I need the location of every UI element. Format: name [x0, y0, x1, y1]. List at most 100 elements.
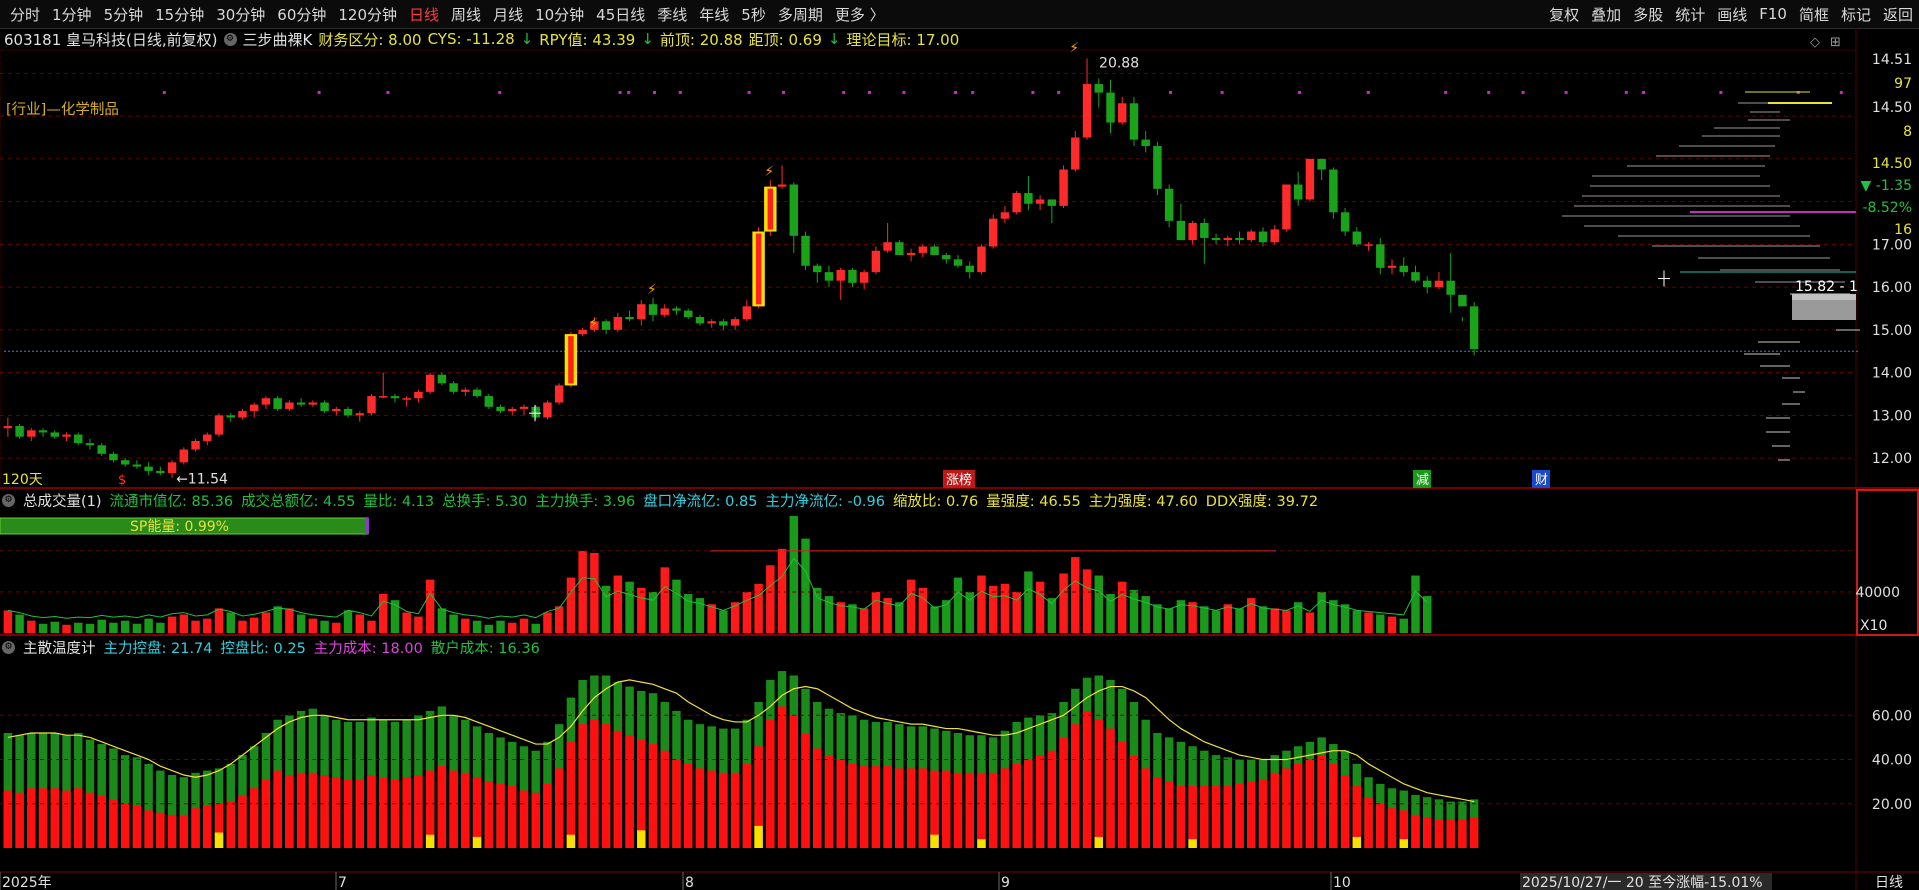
- candle-body: [414, 391, 423, 399]
- volume-metric: 缩放比: 0.76: [892, 493, 979, 510]
- volume-bar: [1211, 610, 1221, 633]
- temperature-bar-main: [414, 775, 423, 848]
- volume-bar: [191, 620, 200, 633]
- volume-title[interactable]: 总成交量(1): [23, 490, 102, 511]
- volume-bar: [613, 575, 623, 633]
- candle-body: [543, 402, 552, 418]
- volume-metrics: 流通市值亿: 85.36 成交总额亿: 4.55 量比: 4.13 总换手: 5.30…: [110, 490, 1319, 511]
- temperature-bar-main: [97, 794, 106, 848]
- volume-bar: [1376, 614, 1385, 633]
- temperature-bar-retail: [1352, 836, 1362, 848]
- temperature-bar-main: [813, 748, 822, 848]
- temperature-bar-main: [1129, 755, 1139, 848]
- candle-body: [109, 453, 118, 461]
- temperature-bar-main: [906, 768, 916, 848]
- temperature-bar-main: [742, 763, 752, 848]
- volume-bar: [1071, 557, 1080, 633]
- volume-bar: [120, 620, 130, 633]
- right-axis-number: 97: [1894, 76, 1912, 92]
- temperature-title[interactable]: 主散温度计: [23, 637, 96, 658]
- temperature-bar-main: [285, 775, 294, 848]
- candle-body: [496, 406, 505, 412]
- volume-bar: [484, 624, 494, 633]
- temperature-bar-main: [613, 730, 623, 848]
- temperature-metric: 散户成本: 16.36: [430, 640, 540, 657]
- candle-body: [1235, 237, 1244, 241]
- temperature-bar-main: [179, 814, 189, 848]
- temperature-bar-main: [156, 812, 165, 848]
- candle-body: [355, 413, 364, 416]
- temperature-bar-main: [965, 772, 974, 848]
- signal-dot: [618, 91, 622, 94]
- volume-metric: 盘口净流亿: 0.85: [643, 493, 758, 510]
- signal-dot: [1057, 91, 1061, 94]
- volume-bar: [777, 548, 787, 633]
- volume-bar: [1000, 583, 1010, 633]
- temperature-bar-main: [578, 724, 587, 848]
- volume-bar: [625, 581, 634, 633]
- temperature-bar-main: [1422, 817, 1432, 848]
- signal-dot: [1839, 91, 1843, 94]
- temperature-bar-main: [50, 788, 60, 848]
- volume-bar: [766, 565, 775, 633]
- temperature-bar-main: [508, 786, 517, 848]
- candle-body: [320, 402, 329, 412]
- candle-body: [1188, 222, 1197, 241]
- volume-bar: [109, 622, 118, 633]
- settings-icon[interactable]: ⚙: [2, 493, 15, 507]
- volume-bar: [988, 585, 998, 633]
- temperature-metric: 主力控盘: 21.74: [103, 640, 213, 657]
- candle-body: [871, 250, 881, 273]
- volume-bar: [953, 577, 963, 633]
- candle-body: [50, 432, 60, 437]
- temperature-bar-main: [848, 763, 857, 848]
- volume-info-bar: ⚙ 总成交量(1) 流通市值亿: 85.36 成交总额亿: 4.55 量比: 4.1…: [2, 490, 1318, 510]
- volume-bar: [1012, 591, 1021, 633]
- settings-icon[interactable]: ⚙: [2, 640, 15, 654]
- candle-body: [367, 396, 376, 414]
- candle-body: [1387, 265, 1397, 268]
- signal-dot: [782, 91, 785, 94]
- volume-bar: [74, 622, 83, 633]
- candle-body: [1258, 231, 1268, 243]
- temperature-bar-main: [402, 777, 411, 848]
- temperature-tick-label: 20.00: [1872, 797, 1912, 813]
- candle-body: [425, 374, 435, 392]
- temperature-bar-main: [766, 719, 775, 848]
- stock-chart[interactable]: 17.0016.0015.0014.0013.0012.0014.519714.…: [0, 0, 1919, 890]
- volume-bar: [836, 602, 845, 633]
- date-label: 9: [1001, 875, 1010, 890]
- temperature-tick-label: 60.00: [1872, 708, 1912, 724]
- temperature-bar-main: [249, 788, 259, 848]
- temperature-bar-main: [777, 706, 787, 848]
- candle-body: [637, 304, 646, 320]
- temperature-bar-main: [191, 808, 200, 848]
- candle-body: [1047, 199, 1057, 206]
- volume-bar: [1411, 575, 1420, 633]
- temperature-bar-main: [1188, 786, 1197, 848]
- right-axis-number: 16: [1894, 222, 1912, 238]
- signal-dot: [1719, 91, 1723, 94]
- volume-bar: [801, 538, 810, 633]
- volume-bar: [1082, 569, 1092, 633]
- volume-bar: [238, 620, 247, 633]
- candle-body: [742, 306, 752, 320]
- volume-bar: [296, 614, 306, 633]
- volume-bar: [437, 608, 447, 633]
- volume-bar: [332, 622, 341, 633]
- volume-bar: [566, 577, 576, 633]
- volume-bar: [449, 614, 458, 633]
- candle-body: [1059, 169, 1068, 206]
- signal-dot: [1366, 91, 1370, 94]
- candle-body: [1329, 169, 1338, 213]
- signal-dot: [317, 91, 321, 94]
- volume-metric: 成交总额亿: 4.55: [241, 493, 356, 510]
- temperature-bar-main: [942, 770, 951, 848]
- temperature-bar-retail: [754, 825, 763, 848]
- temperature-bar-retail: [930, 834, 939, 848]
- signal-dot: [678, 91, 682, 94]
- temperature-bar-main: [261, 779, 271, 848]
- volume-bar: [508, 622, 517, 633]
- volume-bar: [425, 579, 435, 633]
- temperature-bar-main: [1469, 817, 1479, 848]
